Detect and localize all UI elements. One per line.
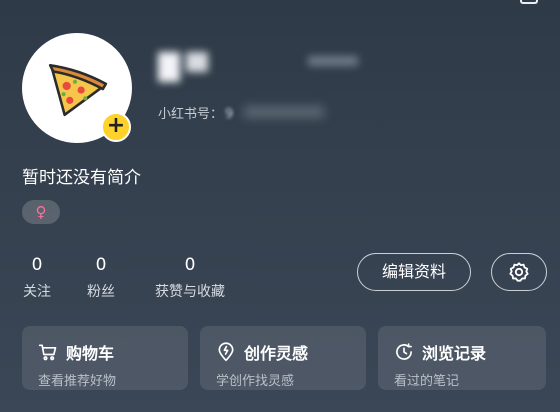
creative-inspiration-title: 创作灵感 bbox=[216, 340, 366, 364]
add-avatar-button[interactable]: + bbox=[101, 112, 131, 142]
creative-inspiration-card[interactable]: 创作灵感 学创作找灵感 bbox=[200, 326, 366, 390]
stat-likes-collects[interactable]: 0 获赞与收藏 bbox=[152, 255, 228, 301]
fans-label: 粉丝 bbox=[87, 284, 115, 300]
top-corner-icon[interactable] bbox=[520, 0, 538, 4]
creative-inspiration-subtitle: 学创作找灵感 bbox=[216, 374, 295, 389]
browse-history-title: 浏览记录 bbox=[394, 340, 546, 364]
stat-fans[interactable]: 0 粉丝 bbox=[86, 255, 116, 301]
lightbulb-pin-icon bbox=[218, 342, 234, 362]
browse-history-subtitle: 看过的笔记 bbox=[394, 374, 460, 389]
likes-count: 0 bbox=[184, 255, 196, 275]
shopping-cart-label: 购物车 bbox=[66, 344, 115, 363]
likes-label: 获赞与收藏 bbox=[155, 284, 225, 300]
browse-history-card[interactable]: 浏览记录 看过的笔记 bbox=[378, 326, 546, 390]
edit-profile-button[interactable]: 编辑资料 bbox=[357, 253, 471, 291]
shopping-cart-subtitle: 查看推荐好物 bbox=[38, 374, 117, 389]
creative-inspiration-label: 创作灵感 bbox=[244, 344, 309, 363]
shopping-cart-title: 购物车 bbox=[38, 340, 188, 364]
redbook-id: 小红书号： 9 bbox=[158, 103, 233, 122]
following-count: 0 bbox=[31, 255, 43, 275]
shopping-cart-card[interactable]: 购物车 查看推荐好物 bbox=[22, 326, 188, 390]
clock-icon bbox=[396, 343, 412, 360]
gender-badge: ♀ bbox=[22, 200, 60, 224]
bio-text[interactable]: 暂时还没有简介 bbox=[22, 163, 141, 188]
browse-history-label: 浏览记录 bbox=[422, 344, 487, 363]
fans-count: 0 bbox=[95, 255, 107, 275]
cart-icon bbox=[38, 344, 57, 361]
settings-button[interactable] bbox=[491, 253, 547, 291]
pizza-icon bbox=[48, 64, 108, 117]
nickname-blurred bbox=[158, 46, 358, 86]
redbook-id-label: 小红书号： bbox=[158, 107, 224, 122]
stat-following[interactable]: 0 关注 bbox=[22, 255, 52, 301]
following-label: 关注 bbox=[23, 284, 51, 300]
redbook-id-value: 9 bbox=[225, 107, 234, 122]
redbook-id-blur bbox=[244, 106, 324, 118]
gear-icon bbox=[509, 262, 529, 282]
